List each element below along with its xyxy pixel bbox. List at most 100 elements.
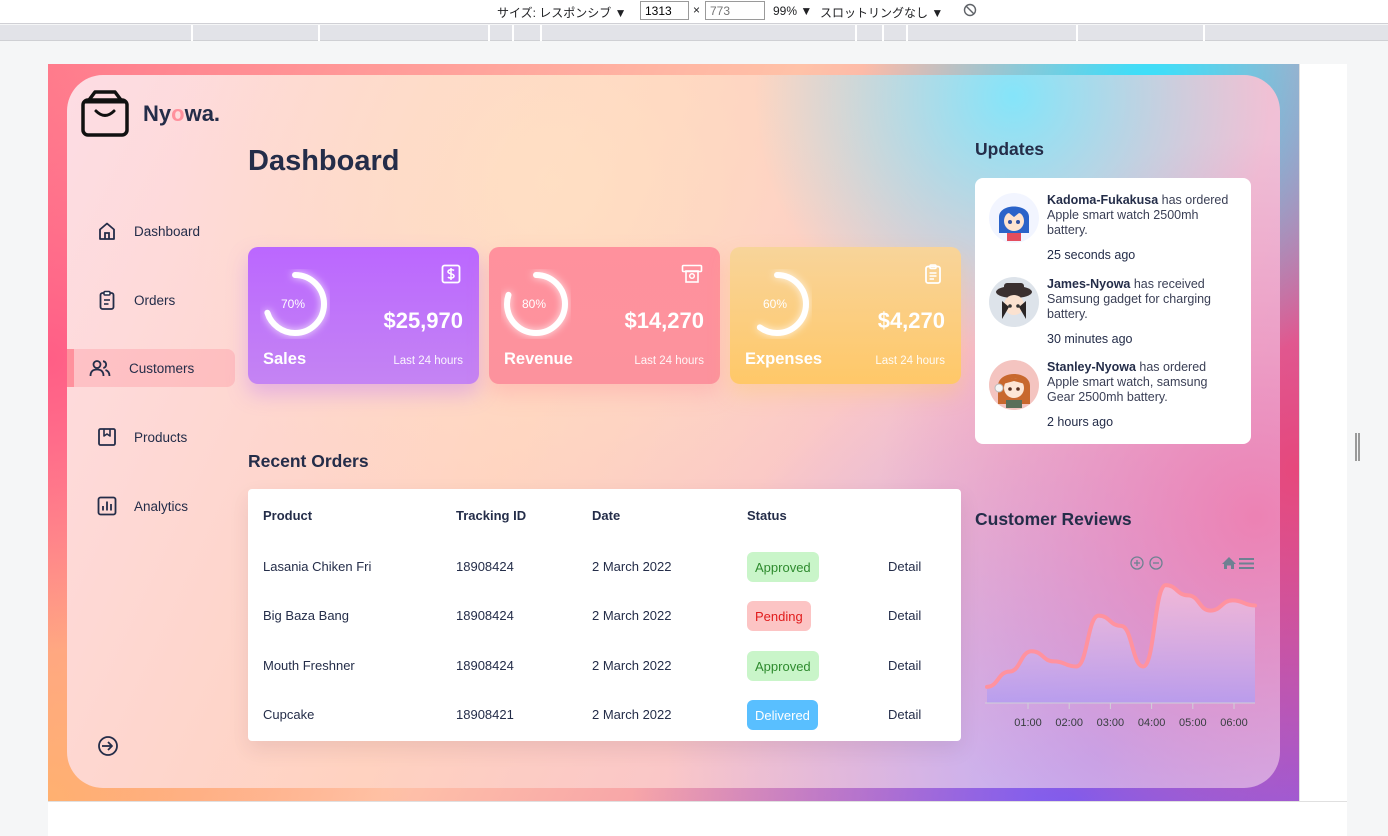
card-label: Sales [263,350,307,368]
expenses-card[interactable]: 60% $4,270 Expenses Last 24 hours [730,247,961,384]
detail-link[interactable]: Detail [888,658,921,673]
dollar-icon [441,264,461,284]
product-cell: Big Baza Bang [263,608,350,623]
card-period: Last 24 hours [634,355,704,367]
card-value: $4,270 [877,308,945,333]
card-value: $14,270 [624,308,704,333]
product-cell: Cupcake [263,707,315,722]
recent-orders-table: Product Tracking ID Date Status Lasania … [248,489,961,741]
page-title: Dashboard [248,145,400,177]
percent-label: 70% [280,297,306,311]
tracking-cell: 18908424 [456,608,514,623]
product-cell: Mouth Freshner [263,658,355,673]
zoom-in-icon[interactable] [1130,556,1144,570]
brand-name: Nyowa. [143,101,221,126]
date-cell: 2 March 2022 [592,707,672,722]
device-size-select[interactable]: サイズ: レスポンシブ ▼ [497,4,627,21]
viewport-width-input[interactable] [640,1,689,20]
detail-link[interactable]: Detail [888,707,921,722]
column-header: Status [747,508,787,523]
sidebar-item-label: Customers [129,360,195,376]
update-text: Stanley-Nyowa has ordered Apple smart wa… [1047,360,1208,404]
x-tick-label: 05:00 [1179,717,1207,729]
update-text: James-Nyowa has received Samsung gadget … [1047,277,1211,321]
x-tick-label: 02:00 [1055,717,1083,729]
date-cell: 2 March 2022 [592,608,672,623]
date-cell: 2 March 2022 [592,559,672,574]
viewport-bottom-gutter [48,801,1347,836]
reset-zoom-home-icon[interactable] [1222,557,1236,569]
status-badge: Pending [747,601,811,631]
x-tick-label: 06:00 [1220,717,1248,729]
x-tick-label: 04:00 [1138,717,1166,729]
update-text: Kadoma-Fukakusa has ordered Apple smart … [1047,193,1229,237]
times-sign: × [693,3,701,17]
sales-card[interactable]: 70% $25,970 Sales Last 24 hours [248,247,479,384]
clipboard-icon [925,264,941,284]
product-cell: Lasania Chiken Fri [263,559,372,574]
recent-orders-title: Recent Orders [248,451,369,471]
updates-title: Updates [975,139,1045,159]
sidebar-item-label: Products [134,429,188,445]
x-tick-label: 03:00 [1097,717,1125,729]
x-axis-ticks: 01:00 02:00 03:00 04:00 05:00 06:00 [1014,703,1248,729]
app-glass-container: Nyowa. Dashboard Orders Customers Produc… [67,75,1280,788]
sidebar-item-dashboard[interactable]: Dashboard [67,212,235,250]
users-icon [89,357,111,379]
tracking-cell: 18908421 [456,707,514,722]
revenue-card[interactable]: 80% $14,270 Revenue Last 24 hours [489,247,720,384]
updates-panel: Kadoma-Fukakusa has ordered Apple smart … [975,178,1251,444]
media-query-ruler [0,25,1388,41]
card-label: Expenses [745,350,823,368]
tracking-cell: 18908424 [456,559,514,574]
sidebar-item-products[interactable]: Products [67,418,235,456]
throttle-select[interactable]: スロットリングなし ▼ [820,4,943,21]
column-header: Date [592,508,621,523]
bar-chart-icon [96,495,118,517]
customer-reviews-title: Customer Reviews [975,509,1132,529]
sign-out-icon[interactable] [96,734,120,758]
status-badge: Delivered [747,700,818,730]
menu-icon[interactable] [1239,558,1254,569]
sidebar-item-label: Analytics [134,498,189,514]
viewport-resize-handle[interactable] [1355,433,1360,461]
x-tick-label: 01:00 [1014,717,1042,729]
sidebar-item-label: Dashboard [134,223,201,239]
column-header: Product [263,508,313,523]
chart-area-fill [987,585,1255,703]
sidebar-item-customers[interactable]: Customers [67,349,235,387]
column-header: Tracking ID [456,508,527,523]
sidebar-item-analytics[interactable]: Analytics [67,487,235,525]
tracking-cell: 18908424 [456,658,514,673]
zoom-out-icon[interactable] [1149,556,1163,570]
card-value: $25,970 [383,308,463,333]
avatar [989,277,1039,327]
status-badge: Approved [747,552,819,582]
card-period: Last 24 hours [393,355,463,367]
customer-reviews-chart: 01:00 02:00 03:00 04:00 05:00 06:00 [985,556,1257,729]
update-time: 25 seconds ago [1047,248,1136,262]
avatar [989,360,1039,410]
viewport-gutter [1299,64,1347,801]
active-indicator [67,349,74,387]
status-badge: Approved [747,651,819,681]
app-viewport: Nyowa. Dashboard Orders Customers Produc… [48,64,1299,801]
detail-link[interactable]: Detail [888,559,921,574]
card-period: Last 24 hours [875,355,945,367]
package-icon [96,426,118,448]
sidebar-item-orders[interactable]: Orders [67,281,235,319]
home-icon [96,220,118,242]
clipboard-icon [96,289,118,311]
rotate-disabled-icon[interactable] [963,3,977,17]
viewport-height-input[interactable] [705,1,765,20]
shopping-bag-icon [81,90,129,137]
percent-label: 80% [521,297,547,311]
detail-link[interactable]: Detail [888,608,921,623]
devtools-toolbar: サイズ: レスポンシブ ▼ × 99% ▼ スロットリングなし ▼ [0,0,1388,24]
update-time: 30 minutes ago [1047,332,1133,346]
zoom-select[interactable]: 99% ▼ [773,4,812,18]
card-label: Revenue [504,350,573,368]
sidebar-item-label: Orders [134,292,176,308]
percent-label: 60% [762,297,788,311]
date-cell: 2 March 2022 [592,658,672,673]
